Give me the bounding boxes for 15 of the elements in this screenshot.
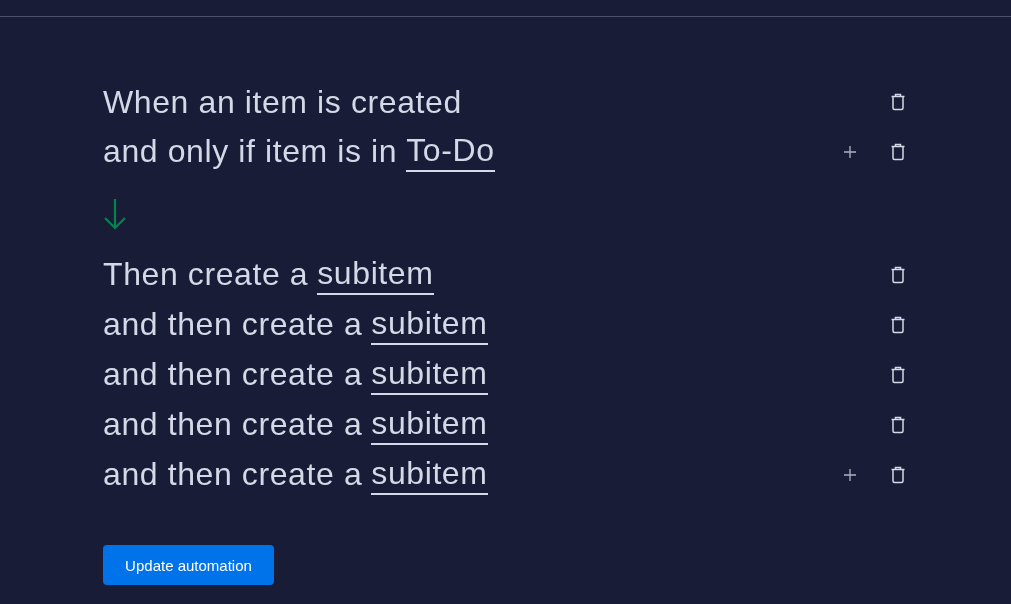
value-link[interactable]: To-Do [406,132,495,172]
rule-text: and then create a [103,406,363,444]
rule-text: and then create a [103,306,363,344]
value-link[interactable]: subitem [371,305,488,345]
update-automation-button[interactable]: Update automation [103,545,274,585]
rule-text: When an item is created [103,83,462,121]
rule-text: Then create a [103,256,309,294]
value-link[interactable]: subitem [317,255,434,295]
value-link[interactable]: subitem [371,455,488,495]
rule-text: and only if item is in [103,133,398,171]
rule-text: and then create a [103,356,363,394]
value-link[interactable]: subitem [371,355,488,395]
down-arrow-icon [103,197,127,230]
value-link[interactable]: subitem [371,405,488,445]
rule-text: and then create a [103,456,363,494]
